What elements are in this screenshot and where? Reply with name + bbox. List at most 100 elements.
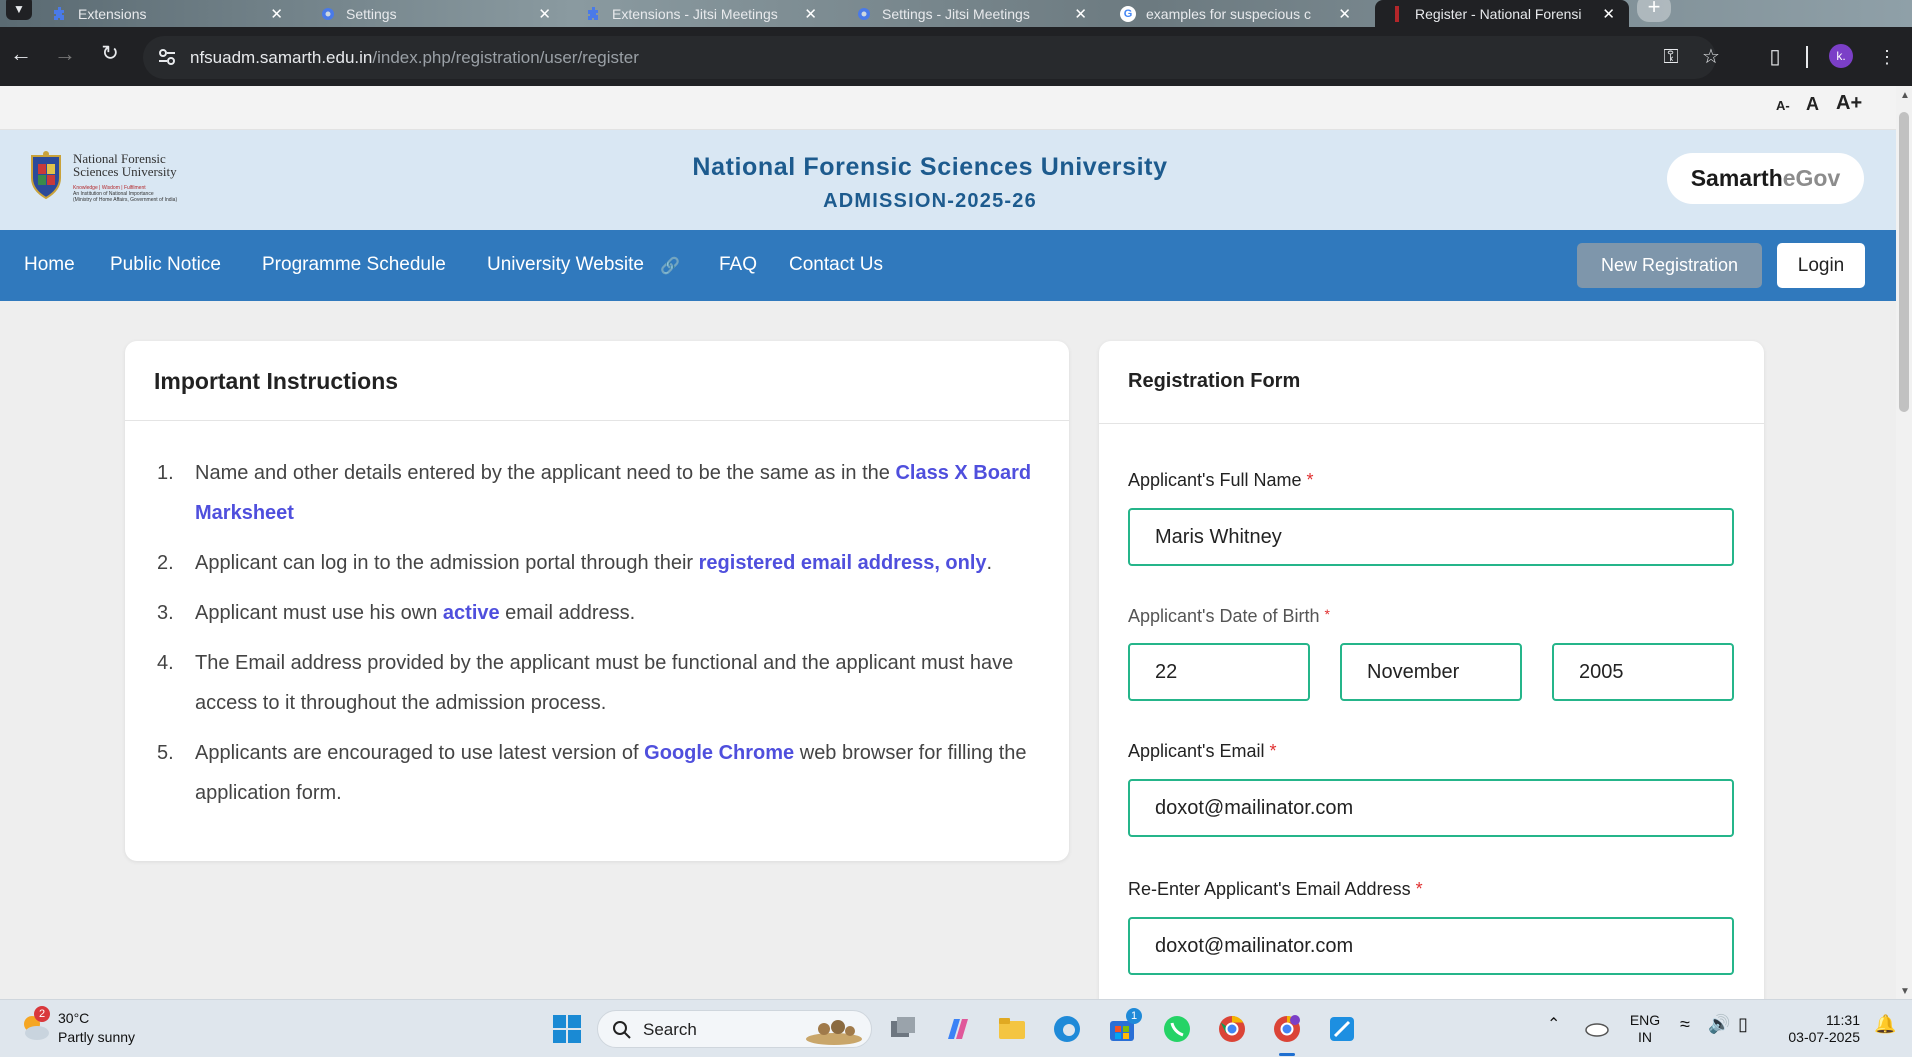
windows-start-icon[interactable] bbox=[551, 1013, 583, 1045]
task-view-icon[interactable] bbox=[887, 1013, 919, 1045]
edge-icon[interactable] bbox=[1051, 1013, 1083, 1045]
close-icon[interactable]: ✕ bbox=[1338, 5, 1351, 23]
list-item: 4. The Email address provided by the appl… bbox=[157, 652, 1014, 714]
address-bar[interactable]: nfsuadm.samarth.edu.in/index.php/registr… bbox=[143, 36, 1716, 79]
gear-icon bbox=[320, 6, 336, 22]
scroll-down-icon[interactable]: ▼ bbox=[1900, 986, 1910, 997]
weather-widget[interactable]: 2 30°C Partly sunny bbox=[18, 1006, 135, 1049]
file-explorer-icon[interactable] bbox=[996, 1013, 1028, 1045]
full-name-input[interactable]: Maris Whitney bbox=[1128, 508, 1734, 566]
puzzle-icon bbox=[52, 6, 68, 22]
copilot-icon[interactable] bbox=[942, 1013, 974, 1045]
extensions-icon[interactable]: ▯ bbox=[1763, 45, 1787, 69]
university-title: National Forensic Sciences University bbox=[692, 153, 1168, 181]
nav-faq[interactable]: FAQ bbox=[719, 254, 757, 276]
nav-public-notice[interactable]: Public Notice bbox=[110, 254, 221, 276]
dob-year-select[interactable]: 2005 bbox=[1552, 643, 1734, 701]
page-scrollbar[interactable]: ▲ ▼ bbox=[1896, 86, 1912, 999]
close-icon[interactable]: ✕ bbox=[804, 5, 817, 23]
new-registration-button[interactable]: New Registration bbox=[1577, 243, 1762, 288]
store-badge: 1 bbox=[1126, 1008, 1142, 1024]
site-icon bbox=[1389, 5, 1405, 22]
divider bbox=[1099, 423, 1764, 424]
list-item: 3. Applicant must use his own active emai… bbox=[157, 602, 636, 624]
menu-dots-icon[interactable]: ⋮ bbox=[1875, 45, 1899, 69]
language-indicator[interactable]: ENG IN bbox=[1628, 1012, 1662, 1046]
login-button[interactable]: Login bbox=[1777, 243, 1865, 288]
windows-taskbar: 2 30°C Partly sunny Search 1 ⌃ ENG IN ≈ 🔊… bbox=[0, 999, 1912, 1057]
registration-form-card: Registration Form Applicant's Full Name … bbox=[1099, 341, 1764, 999]
list-item: 2. Applicant can log in to the admission … bbox=[157, 552, 993, 574]
reload-icon[interactable]: ↻ bbox=[99, 43, 121, 65]
list-item: 5. Applicants are encouraged to use lates… bbox=[157, 742, 1027, 804]
nav-home[interactable]: Home bbox=[24, 254, 75, 276]
dob-month-select[interactable]: November bbox=[1340, 643, 1522, 701]
font-decrease-button[interactable]: A- bbox=[1776, 98, 1790, 113]
browser-tab-active[interactable]: Register - National Forensi ✕ bbox=[1375, 0, 1629, 27]
volume-icon[interactable]: 🔊 bbox=[1708, 1015, 1730, 1033]
divider bbox=[125, 420, 1069, 421]
forward-icon[interactable]: → bbox=[54, 43, 76, 65]
nav-programme-schedule[interactable]: Programme Schedule bbox=[262, 254, 446, 276]
form-title: Registration Form bbox=[1128, 370, 1301, 392]
whatsapp-icon[interactable] bbox=[1161, 1013, 1193, 1045]
scroll-up-icon[interactable]: ▲ bbox=[1900, 90, 1910, 101]
blue-app-icon[interactable] bbox=[1326, 1013, 1358, 1045]
chrome-icon[interactable] bbox=[1216, 1013, 1248, 1045]
nav-contact-us[interactable]: Contact Us bbox=[789, 254, 883, 276]
email-input[interactable]: doxot@mailinator.com bbox=[1128, 779, 1734, 837]
browser-tab[interactable]: Extensions - Jitsi Meetings ✕ bbox=[586, 0, 831, 27]
taskbar-search[interactable]: Search bbox=[597, 1010, 872, 1048]
bookmark-star-icon[interactable]: ☆ bbox=[1699, 45, 1723, 69]
weather-condition: Partly sunny bbox=[58, 1029, 136, 1045]
tray-overflow-icon[interactable]: ⌃ bbox=[1547, 1016, 1560, 1033]
browser-tab[interactable]: Settings - Jitsi Meetings ✕ bbox=[856, 0, 1101, 27]
notification-bell-icon[interactable]: 🔔 bbox=[1874, 1015, 1896, 1033]
samarth-egov-logo[interactable]: SamartheGov bbox=[1667, 153, 1864, 204]
list-item: 1. Name and other details entered by the … bbox=[157, 462, 1032, 524]
close-icon[interactable]: ✕ bbox=[1602, 5, 1615, 23]
chrome-profile-icon[interactable] bbox=[1271, 1013, 1303, 1045]
puzzle-icon bbox=[586, 6, 602, 22]
clock[interactable]: 11:31 03-07-2025 bbox=[1780, 1012, 1860, 1046]
font-reset-button[interactable]: A bbox=[1806, 94, 1819, 115]
dob-day-select[interactable]: 22 bbox=[1128, 643, 1310, 701]
gear-icon bbox=[856, 6, 872, 22]
back-icon[interactable]: ← bbox=[10, 43, 32, 65]
dob-label: Applicant's Date of Birth * bbox=[1128, 606, 1330, 626]
temperature: 30°C bbox=[58, 1010, 90, 1026]
font-size-controls: A- A A+ bbox=[0, 86, 1896, 130]
google-icon: G bbox=[1120, 5, 1136, 22]
web-page: A- A A+ National Forensic Sciences Univer… bbox=[0, 86, 1896, 999]
url-host: nfsuadm.samarth.edu.in bbox=[190, 47, 373, 67]
profile-avatar[interactable]: k. bbox=[1829, 44, 1853, 68]
scrollbar-thumb[interactable] bbox=[1899, 112, 1909, 412]
search-highlight-icon bbox=[806, 1020, 862, 1045]
reenter-email-label: Re-Enter Applicant's Email Address * bbox=[1128, 879, 1423, 899]
close-icon[interactable]: ✕ bbox=[538, 5, 551, 23]
url-path: /index.php/registration/user/register bbox=[372, 47, 639, 67]
browser-tab[interactable]: Extensions ✕ bbox=[52, 0, 297, 27]
toolbar-divider bbox=[1806, 46, 1808, 68]
new-tab-button[interactable]: + bbox=[1637, 0, 1671, 22]
instructions-card: Important Instructions 1. Name and other … bbox=[125, 341, 1069, 861]
battery-icon[interactable]: ▯ bbox=[1738, 1015, 1748, 1033]
browser-tab[interactable]: Settings ✕ bbox=[320, 0, 565, 27]
font-increase-button[interactable]: A+ bbox=[1836, 92, 1862, 115]
instructions-title: Important Instructions bbox=[154, 368, 399, 394]
search-icon bbox=[613, 1021, 631, 1039]
close-icon[interactable]: ✕ bbox=[270, 5, 283, 23]
tab-search-button[interactable]: ▼ bbox=[6, 0, 32, 20]
reenter-email-input[interactable]: doxot@mailinator.com bbox=[1128, 917, 1734, 975]
password-key-icon[interactable]: ⚿ bbox=[1659, 45, 1683, 69]
wifi-icon[interactable]: ≈ bbox=[1680, 1015, 1690, 1033]
browser-tab[interactable]: G examples for suspecious c ✕ bbox=[1120, 0, 1365, 27]
active-app-indicator bbox=[1279, 1053, 1295, 1056]
external-link-icon: 🔗 bbox=[660, 258, 680, 275]
site-info-icon[interactable] bbox=[157, 47, 177, 67]
main-nav: Home Public Notice Programme Schedule Un… bbox=[0, 230, 1896, 301]
nav-university-website[interactable]: University Website bbox=[487, 254, 644, 276]
onedrive-cloud-icon[interactable] bbox=[1583, 1017, 1609, 1037]
close-icon[interactable]: ✕ bbox=[1074, 5, 1087, 23]
instructions-list: 1. Name and other details entered by the … bbox=[157, 453, 1037, 823]
